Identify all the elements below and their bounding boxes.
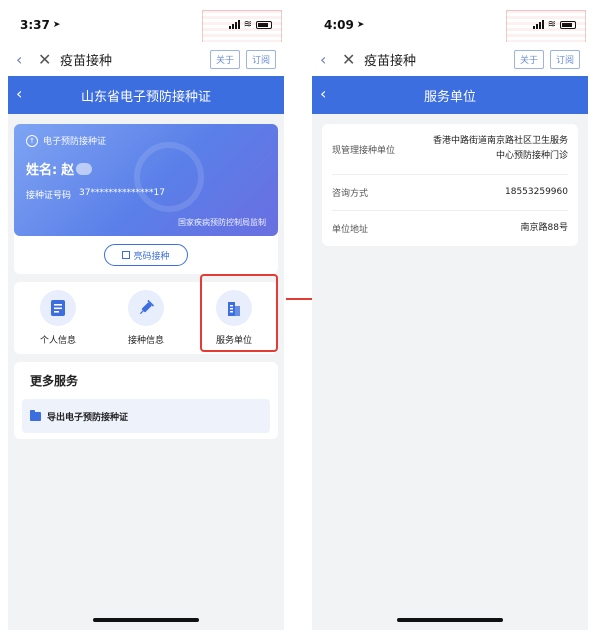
show-qr-label: 亮码接种 xyxy=(133,251,170,262)
name-value: 赵 xyxy=(61,163,75,178)
more-services-section: 更多服务 导出电子预防接种证 xyxy=(14,362,278,439)
qr-code-icon xyxy=(122,251,131,259)
id-label: 接种证号码 xyxy=(26,191,72,201)
vaccination-card[interactable]: ↑ 电子预防接种证 姓名: 赵 接种证号码 37**************17… xyxy=(14,124,278,236)
info-value[interactable]: 18553259960 xyxy=(505,185,568,200)
function-vaccination-info[interactable]: 接种信息 xyxy=(111,290,181,346)
export-certificate-label: 导出电子预防接种证 xyxy=(47,412,129,423)
function-grid: 个人信息 接种信息 服务单位 xyxy=(14,274,278,354)
nav-title: 山东省电子预防接种证 xyxy=(80,89,211,105)
info-value: 香港中路街道南京路社区卫生服务中心预防接种门诊 xyxy=(432,136,568,161)
function-personal-info[interactable]: 个人信息 xyxy=(23,290,93,346)
right-phone-screen: 4:09 ➤ ≋ ‹ ✕ 疫苗接种 关于 订阅 ‹ 服务单位 现管理接种单位 香… xyxy=(312,8,588,630)
service-unit-card: 现管理接种单位 香港中路街道南京路社区卫生服务中心预防接种门诊 咨询方式 185… xyxy=(322,124,578,246)
emblem-watermark xyxy=(134,142,204,212)
header-buttons: 关于 订阅 xyxy=(513,50,580,69)
app-header: ‹ ✕ 疫苗接种 关于 订阅 xyxy=(8,42,284,76)
info-row-address: 单位地址 南京路88号 xyxy=(332,211,568,246)
about-button[interactable]: 关于 xyxy=(513,50,544,69)
subscribe-button[interactable]: 订阅 xyxy=(245,50,276,69)
info-key: 单位地址 xyxy=(332,225,369,235)
name-label: 姓名: xyxy=(26,163,58,178)
app-title: 疫苗接种 xyxy=(364,53,417,69)
folder-icon xyxy=(30,409,41,421)
info-row-contact: 咨询方式 18553259960 xyxy=(332,175,568,211)
back-chevron-icon[interactable]: ‹ xyxy=(320,50,338,69)
nav-bar: ‹ 山东省电子预防接种证 xyxy=(8,76,284,114)
location-arrow-icon: ➤ xyxy=(356,20,365,30)
syringe-icon xyxy=(128,290,164,326)
header-buttons: 关于 订阅 xyxy=(209,50,276,69)
status-bar: 3:37 ➤ ≋ xyxy=(8,8,284,50)
card-footer: 国家疾病预防控制局监制 xyxy=(178,218,266,227)
card-header: ↑ 电子预防接种证 xyxy=(26,134,266,147)
name-blur xyxy=(76,162,93,175)
shield-icon: ↑ xyxy=(26,134,38,147)
document-icon xyxy=(40,290,76,326)
vaccination-card-section: ↑ 电子预防接种证 姓名: 赵 接种证号码 37**************17… xyxy=(14,124,278,274)
app-title: 疫苗接种 xyxy=(60,53,113,69)
more-services-title: 更多服务 xyxy=(30,374,79,388)
about-button[interactable]: 关于 xyxy=(209,50,240,69)
info-key: 现管理接种单位 xyxy=(332,145,396,156)
left-phone-screen: 3:37 ➤ ≋ ‹ ✕ 疫苗接种 关于 订阅 ‹ 山东省电子预防接种证 ↑ 电… xyxy=(8,8,284,630)
app-header: ‹ ✕ 疫苗接种 关于 订阅 xyxy=(312,42,588,76)
export-certificate-item[interactable]: 导出电子预防接种证 xyxy=(22,399,270,433)
show-qr-button[interactable]: 亮码接种 xyxy=(104,244,188,266)
nav-back-icon[interactable]: ‹ xyxy=(320,84,326,103)
home-indicator xyxy=(397,618,503,622)
close-icon[interactable]: ✕ xyxy=(342,50,362,69)
status-time: 3:37 xyxy=(20,18,50,32)
info-row-unit: 现管理接种单位 香港中路街道南京路社区卫生服务中心预防接种门诊 xyxy=(332,124,568,175)
subscribe-button[interactable]: 订阅 xyxy=(549,50,580,69)
close-icon[interactable]: ✕ xyxy=(38,50,58,69)
function-label: 个人信息 xyxy=(39,336,76,346)
card-header-label: 电子预防接种证 xyxy=(43,137,107,147)
status-time: 4:09 xyxy=(324,18,354,32)
location-arrow-icon: ➤ xyxy=(52,20,61,30)
function-label: 接种信息 xyxy=(127,336,164,346)
status-bar: 4:09 ➤ ≋ xyxy=(312,8,588,50)
info-value: 南京路88号 xyxy=(520,223,568,233)
nav-bar: ‹ 服务单位 xyxy=(312,76,588,114)
nav-title: 服务单位 xyxy=(423,89,476,105)
highlight-box xyxy=(200,274,278,352)
info-key: 咨询方式 xyxy=(332,189,369,199)
back-chevron-icon[interactable]: ‹ xyxy=(16,50,34,69)
nav-back-icon[interactable]: ‹ xyxy=(16,84,22,103)
home-indicator xyxy=(93,618,199,622)
